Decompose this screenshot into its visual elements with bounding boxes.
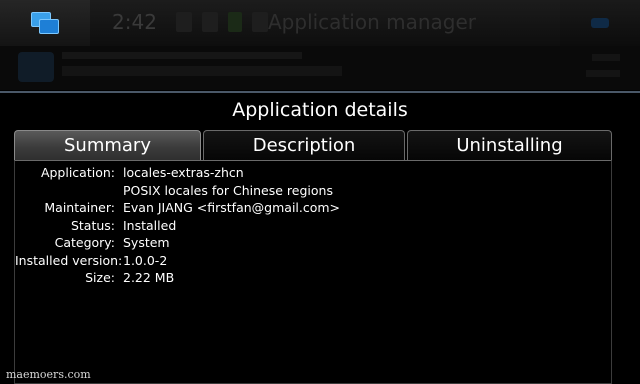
- dialog-title: Application details: [232, 99, 408, 121]
- menu-button[interactable]: [560, 0, 640, 46]
- detail-value: System: [123, 235, 170, 250]
- detail-label: [15, 182, 123, 200]
- battery-icon: [228, 12, 242, 32]
- detail-row-size: Size: 2.22 MB: [15, 269, 340, 287]
- detail-row-installed-version: Installed version: 1.0.0-2: [15, 252, 340, 270]
- volume-icon: [252, 12, 268, 32]
- summary-panel: Application: locales-extras-zhcn POSIX l…: [14, 160, 612, 384]
- detail-row-application: Application: locales-extras-zhcn: [15, 164, 340, 182]
- detail-row-status: Status: Installed: [15, 217, 340, 235]
- background-list-item: [0, 46, 640, 90]
- tab-description[interactable]: Description: [203, 130, 405, 160]
- status-bar: 2:42 Application manager: [0, 0, 640, 46]
- status-icons: [176, 12, 268, 32]
- detail-value: 2.22 MB: [123, 270, 175, 285]
- detail-value: 1.0.0-2: [123, 252, 168, 268]
- detail-row-summary: POSIX locales for Chinese regions: [15, 182, 340, 200]
- detail-label: Application:: [40, 165, 115, 180]
- task-switcher-icon: [31, 12, 59, 34]
- detail-label: Status:: [70, 217, 115, 233]
- watermark: maemoers.com: [6, 368, 91, 381]
- detail-row-maintainer: Maintainer: Evan JIANG <firstfan@gmail.c…: [15, 199, 340, 217]
- menu-icon: [591, 18, 609, 28]
- details-list: Application: locales-extras-zhcn POSIX l…: [15, 164, 340, 287]
- clock: 2:42: [112, 10, 157, 34]
- tab-uninstalling[interactable]: Uninstalling: [407, 130, 612, 160]
- application-details-dialog: Application details Summary Description …: [0, 91, 640, 384]
- tab-summary[interactable]: Summary: [14, 130, 201, 161]
- detail-label: Installed version:: [15, 252, 123, 268]
- detail-value: Evan JIANG <firstfan@gmail.com>: [123, 200, 341, 215]
- detail-value: Installed: [123, 217, 177, 233]
- detail-label: Size:: [85, 270, 115, 285]
- presence-icon: [176, 12, 192, 32]
- detail-label: Maintainer:: [44, 200, 115, 215]
- screen: 2:42 Application manager Application det…: [0, 0, 640, 384]
- network-icon: [202, 12, 218, 32]
- detail-value: POSIX locales for Chinese regions: [123, 182, 333, 198]
- tab-bar: Summary Description Uninstalling: [14, 130, 612, 161]
- detail-row-category: Category: System: [15, 234, 340, 252]
- detail-label: Category:: [54, 235, 115, 250]
- package-icon: [18, 52, 54, 82]
- task-switcher-button[interactable]: [0, 0, 90, 46]
- detail-value: locales-extras-zhcn: [123, 165, 244, 180]
- app-title: Application manager: [268, 10, 476, 34]
